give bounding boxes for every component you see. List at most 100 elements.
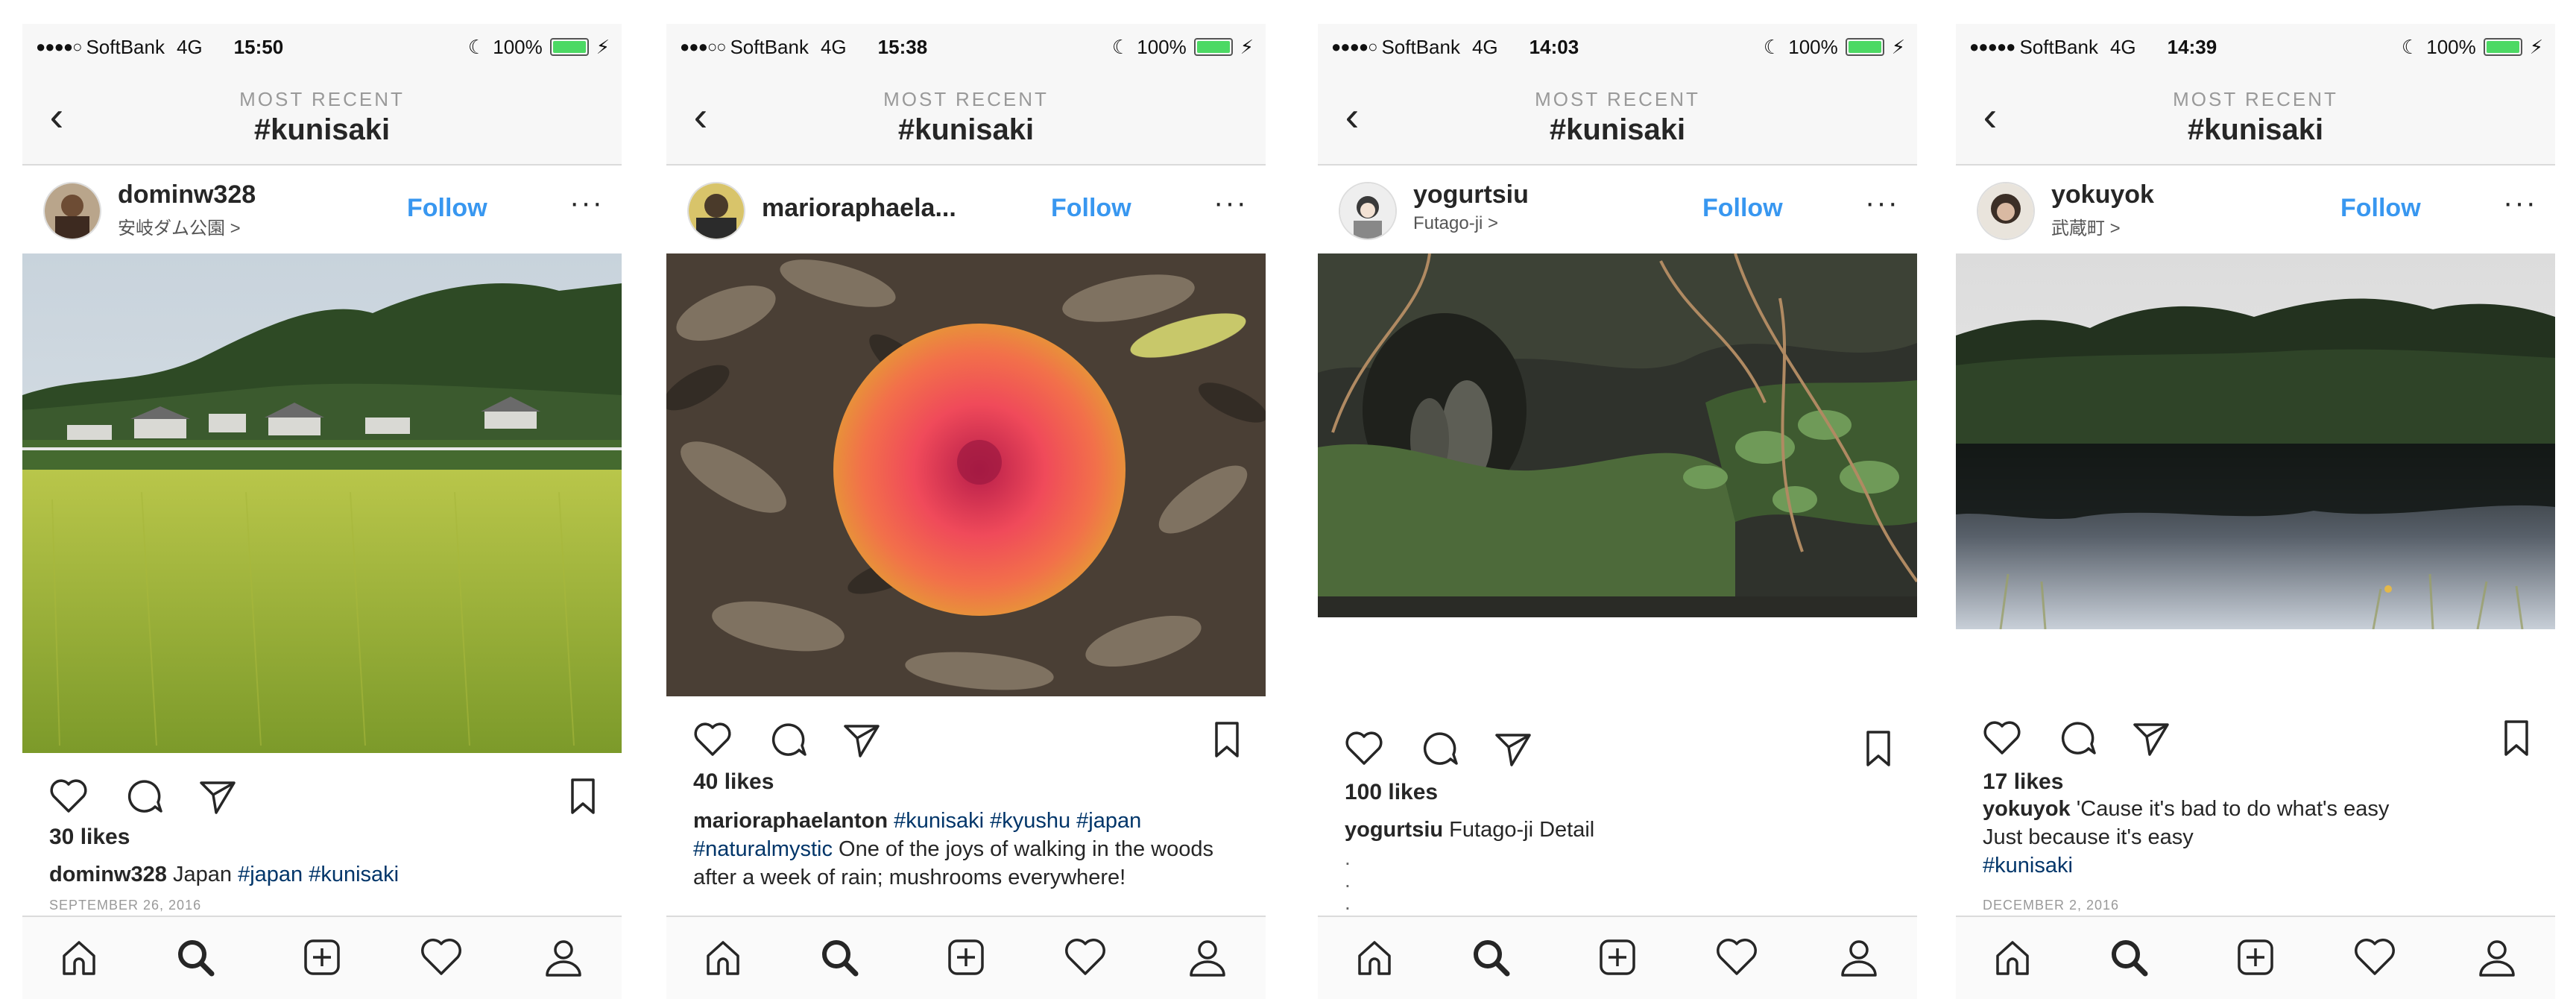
comment-icon[interactable]: [766, 717, 811, 762]
bookmark-icon[interactable]: [2494, 716, 2539, 760]
avatar[interactable]: [43, 182, 101, 240]
follow-button[interactable]: Follow: [407, 194, 487, 223]
signal-icon: ●●●●○: [1331, 37, 1377, 56]
tab-bar: [22, 916, 622, 999]
battery-icon: [1845, 38, 1884, 56]
caption-username[interactable]: marioraphaelanton: [693, 809, 888, 833]
screen-3: ●●●●○ SoftBank 4G 14:03 ☾ 100% ⚡ ‹ MOST …: [1318, 24, 1917, 999]
follow-button[interactable]: Follow: [2340, 194, 2421, 223]
bookmark-icon[interactable]: [561, 774, 605, 819]
status-bar: ●●●●○ SoftBank 4G 14:03 ☾ 100% ⚡: [1318, 24, 1917, 70]
more-options-icon[interactable]: ···: [2503, 186, 2537, 220]
avatar[interactable]: [1977, 182, 2035, 240]
charging-icon: ⚡: [1240, 35, 1254, 58]
like-icon[interactable]: [1980, 716, 2024, 760]
like-icon[interactable]: [1342, 726, 1386, 771]
likes-count[interactable]: 30 likes: [49, 825, 130, 850]
carrier: SoftBank: [1381, 35, 1460, 58]
like-icon[interactable]: [46, 774, 91, 819]
bookmark-icon[interactable]: [1205, 717, 1249, 762]
caption-dots: . . .: [1345, 846, 1351, 914]
add-icon[interactable]: [298, 933, 346, 981]
heart-icon[interactable]: [2351, 933, 2399, 981]
more-options-icon[interactable]: ···: [1213, 186, 1248, 220]
post-photo: [1956, 253, 2555, 629]
home-icon[interactable]: [55, 933, 103, 981]
home-icon[interactable]: [699, 933, 747, 981]
username[interactable]: marioraphaela...: [762, 194, 956, 223]
profile-icon[interactable]: [1835, 933, 1883, 981]
comment-icon[interactable]: [2056, 716, 2100, 760]
nav-bar: ‹ MOST RECENT #kunisaki: [22, 70, 622, 166]
heart-icon[interactable]: [417, 933, 465, 981]
caption: yokuyok 'Cause it's bad to do what's eas…: [1983, 795, 2533, 880]
moon-icon: ☾: [1763, 35, 1781, 58]
add-icon[interactable]: [942, 933, 990, 981]
home-icon[interactable]: [1989, 933, 2036, 981]
nav-title: #kunisaki: [2187, 113, 2324, 146]
heart-icon[interactable]: [1713, 933, 1761, 981]
share-icon[interactable]: [839, 717, 884, 762]
share-icon[interactable]: [2129, 716, 2174, 760]
follow-button[interactable]: Follow: [1051, 194, 1131, 223]
signal-icon: ●●●●○: [36, 37, 82, 56]
signal-icon: ●●●○○: [680, 37, 726, 56]
likes-count[interactable]: 100 likes: [1345, 780, 1438, 805]
caption-username[interactable]: yogurtsiu: [1345, 818, 1443, 842]
add-icon[interactable]: [2232, 933, 2279, 981]
search-icon[interactable]: [815, 933, 863, 981]
username[interactable]: yogurtsiu: [1413, 180, 1529, 209]
caption-text: 'Cause it's bad to do what's easy: [2070, 797, 2390, 821]
home-icon[interactable]: [1351, 933, 1398, 981]
clock: 15:38: [877, 35, 928, 58]
caption-text-2: Just because it's easy: [1983, 825, 2194, 849]
likes-count[interactable]: 40 likes: [693, 769, 774, 795]
profile-icon[interactable]: [1184, 933, 1231, 981]
caption-username[interactable]: dominw328: [49, 863, 167, 886]
profile-icon[interactable]: [2473, 933, 2521, 981]
post-actions: [1318, 719, 1917, 778]
share-icon[interactable]: [195, 774, 240, 819]
bookmark-icon[interactable]: [1856, 726, 1901, 771]
location[interactable]: 武蔵町 >: [2051, 213, 2121, 239]
nav-title: #kunisaki: [897, 113, 1035, 146]
post-date: SEPTEMBER 26, 2016: [49, 898, 202, 913]
post-photo: [666, 253, 1266, 696]
comment-icon[interactable]: [1418, 726, 1462, 771]
username[interactable]: dominw328: [118, 180, 256, 209]
search-icon[interactable]: [1467, 933, 1515, 981]
caption: marioraphaelanton #kunisaki #kyushu #jap…: [693, 807, 1243, 892]
caption-hashtags[interactable]: #kunisaki #kyushu: [888, 809, 1070, 833]
avatar[interactable]: [1339, 182, 1397, 240]
carrier: SoftBank: [730, 35, 809, 58]
charging-icon: ⚡: [596, 35, 610, 58]
nav-subtitle: MOST RECENT: [883, 88, 1049, 110]
search-icon[interactable]: [2105, 933, 2153, 981]
add-icon[interactable]: [1594, 933, 1641, 981]
caption-hashtags[interactable]: #japan #kunisaki: [238, 863, 399, 886]
username[interactable]: yokuyok: [2051, 180, 2154, 209]
more-options-icon[interactable]: ···: [1865, 186, 1899, 220]
likes-count[interactable]: 17 likes: [1983, 769, 2063, 795]
like-icon[interactable]: [690, 717, 735, 762]
caption: yogurtsiu Futago-ji Detail: [1345, 816, 1895, 844]
search-icon[interactable]: [171, 933, 219, 981]
clock: 15:50: [233, 35, 284, 58]
battery-percent: 100%: [1137, 35, 1187, 58]
follow-button[interactable]: Follow: [1702, 194, 1783, 223]
signal-icon: ●●●●●: [1969, 37, 2015, 56]
share-icon[interactable]: [1491, 726, 1535, 771]
comment-icon[interactable]: [122, 774, 167, 819]
location[interactable]: 安岐ダム公園 >: [118, 213, 241, 239]
avatar[interactable]: [687, 182, 745, 240]
profile-icon[interactable]: [540, 933, 587, 981]
location[interactable]: Futago-ji >: [1413, 213, 1498, 234]
post-header: yokuyok 武蔵町 > Follow ···: [1956, 164, 2555, 253]
caption-username[interactable]: yokuyok: [1983, 797, 2071, 821]
network-type: 4G: [176, 35, 203, 58]
caption-hashtags[interactable]: #kunisaki: [1983, 851, 2533, 880]
more-options-icon[interactable]: ···: [569, 186, 604, 220]
carrier: SoftBank: [2019, 35, 2098, 58]
heart-icon[interactable]: [1061, 933, 1109, 981]
moon-icon: ☾: [467, 35, 486, 58]
